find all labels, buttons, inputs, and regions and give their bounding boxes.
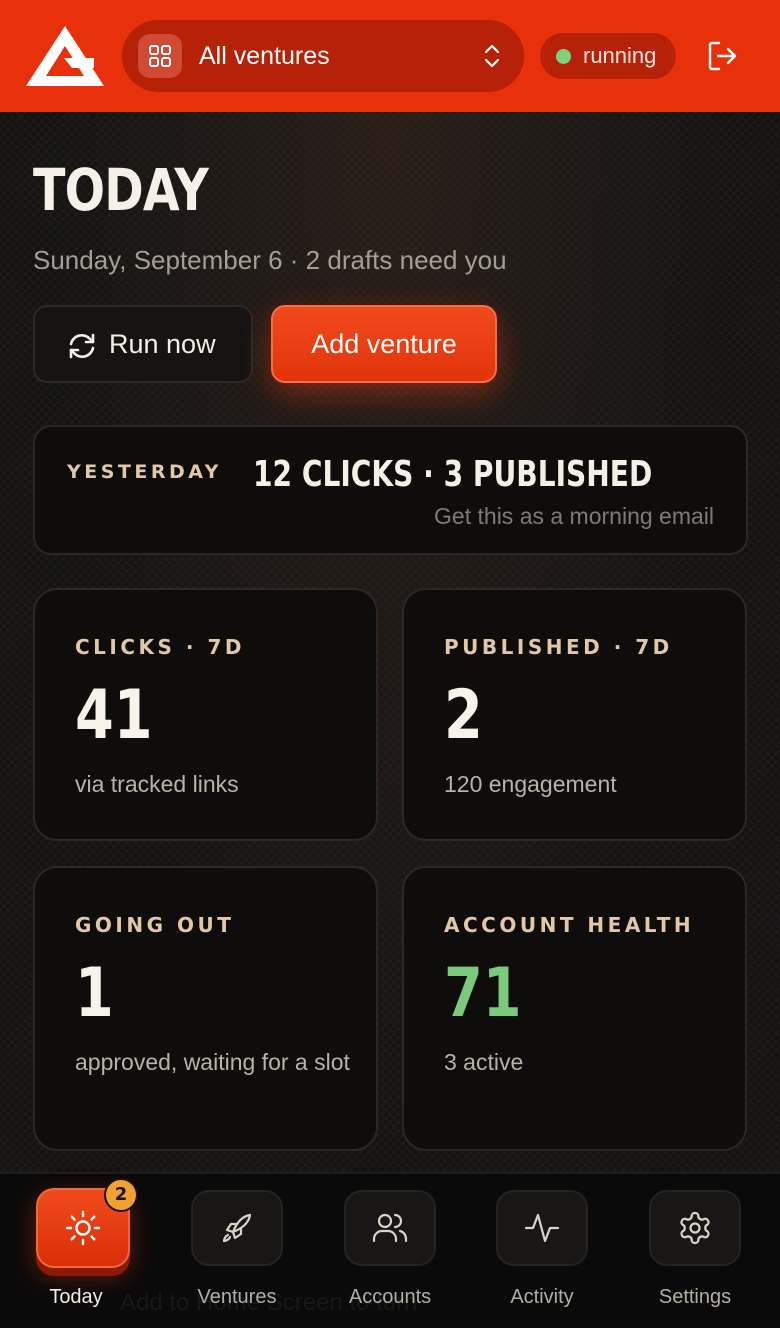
nav-item-activity[interactable]: Activity [466, 1188, 618, 1318]
stat-card-published: PUBLISHED · 7D 2 120 engagement [402, 588, 747, 841]
drafts-count-badge: 2 [104, 1178, 138, 1212]
add-venture-label: Add venture [311, 329, 457, 359]
status-label: running [583, 43, 657, 68]
users-icon [372, 1213, 408, 1243]
venture-selector[interactable]: All ventures [122, 20, 524, 92]
nav-item-settings[interactable]: Settings [619, 1188, 771, 1318]
stat-description: approved, waiting for a slot [75, 1049, 350, 1075]
stat-label: GOING OUT [75, 913, 235, 937]
stat-description: 120 engagement [444, 771, 617, 797]
rocket-icon [222, 1213, 252, 1243]
stat-value: 71 [444, 954, 522, 1033]
nav-accounts-button[interactable] [344, 1190, 436, 1266]
yesterday-summary-card: YESTERDAY 12 CLICKS · 3 PUBLISHED Get th… [33, 425, 748, 555]
status-dot [556, 49, 571, 64]
app-header: All ventures running [0, 0, 780, 112]
stat-value: 2 [444, 676, 483, 755]
nav-activity-button[interactable] [496, 1190, 588, 1266]
stat-card-going-out: GOING OUT 1 approved, waiting for a slot [33, 866, 378, 1151]
gear-icon [680, 1211, 710, 1245]
grid-icon [138, 34, 182, 78]
stat-description: 3 active [444, 1049, 524, 1075]
nav-item-today[interactable]: 2 Today [0, 1178, 152, 1318]
nav-ventures-button[interactable] [191, 1190, 283, 1266]
add-venture-button[interactable]: Add venture [271, 305, 497, 383]
nav-item-ventures[interactable]: Ventures [161, 1188, 313, 1318]
morning-email-link[interactable]: Get this as a morning email [434, 501, 714, 531]
yesterday-tag: YESTERDAY [67, 461, 222, 483]
page-title: TODAY [33, 156, 209, 224]
run-now-button[interactable]: Run now [33, 305, 253, 383]
logo-icon [26, 26, 104, 86]
venture-selector-label: All ventures [199, 42, 330, 70]
nav-item-accounts[interactable]: Accounts [314, 1188, 466, 1318]
nav-label: Ventures [197, 1286, 277, 1308]
page-subtitle: Sunday, September 6 · 2 drafts need you [33, 245, 507, 275]
refresh-icon [69, 333, 95, 359]
stat-label: ACCOUNT HEALTH [444, 913, 695, 937]
stat-label: PUBLISHED · 7D [444, 635, 673, 659]
stat-value: 41 [75, 676, 153, 755]
stat-label: CLICKS · 7D [75, 635, 245, 659]
nav-settings-button[interactable] [649, 1190, 741, 1266]
stat-card-account-health: ACCOUNT HEALTH 71 3 active [402, 866, 747, 1151]
nav-label: Accounts [348, 1286, 432, 1308]
stat-description: via tracked links [75, 771, 239, 797]
stat-value: 1 [75, 954, 114, 1033]
logout-icon[interactable] [705, 38, 741, 74]
nav-label: Settings [658, 1286, 732, 1308]
nav-label: Activity [510, 1286, 574, 1308]
nav-label: Today [49, 1286, 103, 1308]
run-now-label: Run now [109, 329, 216, 359]
chevron-updown-icon [484, 44, 500, 68]
yesterday-headline: 12 CLICKS · 3 PUBLISHED [253, 454, 653, 495]
activity-icon [524, 1213, 560, 1243]
status-badge: running [540, 33, 676, 79]
stat-card-clicks: CLICKS · 7D 41 via tracked links [33, 588, 378, 841]
sun-icon [65, 1210, 101, 1246]
